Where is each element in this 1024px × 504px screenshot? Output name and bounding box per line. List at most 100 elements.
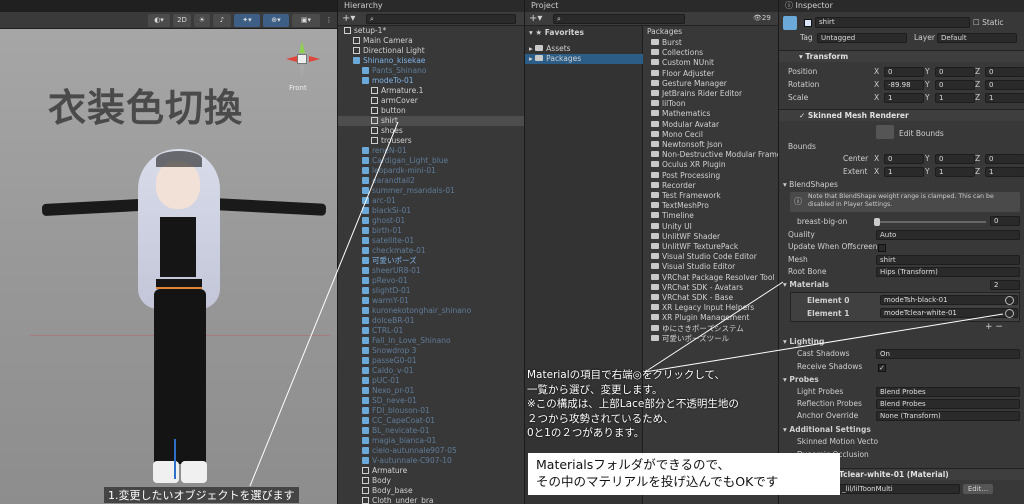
lighting-foldout[interactable]: ▾ Lighting bbox=[783, 337, 824, 347]
hierarchy-item[interactable]: modeTo-01 bbox=[338, 76, 525, 86]
element-0-field[interactable]: modeTsh-black-01 bbox=[880, 295, 1018, 305]
object-name-input[interactable]: shirt bbox=[815, 17, 970, 28]
package-folder[interactable]: Mathematics bbox=[651, 109, 710, 119]
camera-settings-icon[interactable]: ▣▾ bbox=[292, 14, 320, 27]
view-2d-button[interactable]: 2D bbox=[173, 14, 191, 27]
hierarchy-item[interactable]: Cloth_under_bra bbox=[338, 496, 525, 504]
hierarchy-item[interactable]: Snowdrop 3 bbox=[338, 346, 525, 356]
audio-toggle-icon[interactable]: ♪ bbox=[213, 14, 231, 27]
hierarchy-item[interactable]: leopardk-mini-01 bbox=[338, 166, 525, 176]
hierarchy-item[interactable]: earandtail2 bbox=[338, 176, 525, 186]
package-folder[interactable]: Non-Destructive Modular Frame bbox=[651, 150, 779, 160]
hierarchy-item[interactable]: Nexo_pr-01 bbox=[338, 386, 525, 396]
package-folder[interactable]: lilToon bbox=[651, 99, 686, 109]
hierarchy-item[interactable]: cielo-autunnale907-05 bbox=[338, 446, 525, 456]
package-folder[interactable]: Recorder bbox=[651, 181, 696, 191]
hierarchy-item[interactable]: shirt bbox=[338, 116, 525, 126]
viewport[interactable]: 衣装色切換 Front bbox=[0, 29, 337, 504]
package-folder[interactable]: UnlitWF Shader bbox=[651, 232, 720, 242]
root-bone-field[interactable]: Hips (Transform) bbox=[876, 267, 1020, 277]
package-folder[interactable]: Visual Studio Code Editor bbox=[651, 252, 757, 262]
inspector-tab[interactable]: ⓘ Inspector bbox=[779, 0, 1024, 12]
hierarchy-item[interactable]: trousers bbox=[338, 136, 525, 146]
orientation-gizmo[interactable] bbox=[282, 39, 322, 79]
package-folder[interactable]: Post Processing bbox=[651, 171, 720, 181]
package-folder[interactable]: XR Plugin Management bbox=[651, 313, 749, 323]
hierarchy-item[interactable]: CTRL-01 bbox=[338, 326, 525, 336]
hierarchy-item[interactable]: armCover bbox=[338, 96, 525, 106]
scale-x-input[interactable]: 1 bbox=[884, 93, 924, 103]
object-picker-icon[interactable] bbox=[1005, 296, 1014, 305]
favorites-item[interactable]: ▾ ★ Favorites bbox=[529, 28, 584, 38]
layer-dropdown[interactable]: Default bbox=[937, 33, 1017, 43]
hierarchy-item[interactable]: BL_nevicate-01 bbox=[338, 426, 525, 436]
package-folder[interactable]: Gesture Manager bbox=[651, 79, 727, 89]
hierarchy-item[interactable]: slightD-01 bbox=[338, 286, 525, 296]
package-folder[interactable]: Modular Avatar bbox=[651, 120, 719, 130]
package-folder[interactable]: Collections bbox=[651, 48, 703, 58]
additional-settings-foldout[interactable]: ▾ Additional Settings bbox=[783, 425, 871, 435]
hierarchy-item[interactable]: Main Camera bbox=[338, 36, 525, 46]
shader-edit-button[interactable]: Edit... bbox=[963, 484, 993, 494]
add-icon[interactable]: +▾ bbox=[342, 13, 355, 24]
rotation-z-input[interactable]: 0 bbox=[985, 80, 1024, 90]
hierarchy-item[interactable]: warmY-01 bbox=[338, 296, 525, 306]
package-folder[interactable]: JetBrains Rider Editor bbox=[651, 89, 742, 99]
hierarchy-item[interactable]: sheerUR8-01 bbox=[338, 266, 525, 276]
hierarchy-item[interactable]: Caldo_v-01 bbox=[338, 366, 525, 376]
blendshapes-foldout[interactable]: ▾ BlendShapes bbox=[783, 180, 838, 190]
hierarchy-item[interactable]: V-autunnale-C907-10 bbox=[338, 456, 525, 466]
scale-y-input[interactable]: 1 bbox=[935, 93, 975, 103]
skinned-mesh-renderer-header[interactable]: ✓ Skinned Mesh Renderer bbox=[779, 109, 1024, 121]
object-picker-icon[interactable] bbox=[1005, 309, 1014, 318]
package-folder[interactable]: Unity UI bbox=[651, 222, 692, 232]
hierarchy-item[interactable]: Armature bbox=[338, 466, 525, 476]
hierarchy-tree[interactable]: setup-1* Main Camera Directional Light Shin… bbox=[338, 26, 525, 504]
reflection-probes-dropdown[interactable]: Blend Probes bbox=[876, 399, 1020, 409]
add-element-button[interactable]: + − bbox=[985, 322, 1003, 332]
position-y-input[interactable]: 0 bbox=[935, 67, 975, 77]
project-tab[interactable]: Project bbox=[525, 0, 778, 12]
hierarchy-item[interactable]: 可愛いポーズ bbox=[338, 256, 525, 266]
assets-item[interactable]: ▸ Assets bbox=[529, 44, 571, 54]
hierarchy-item[interactable]: Shinano_kisekae bbox=[338, 56, 525, 66]
hierarchy-item[interactable]: button bbox=[338, 106, 525, 116]
element-1-field[interactable]: modeTclear-white-01 bbox=[880, 308, 1018, 318]
hierarchy-item[interactable]: blackSi-01 bbox=[338, 206, 525, 216]
package-folder[interactable]: Mono Cecil bbox=[651, 130, 703, 140]
position-z-input[interactable]: 0 bbox=[985, 67, 1024, 77]
hierarchy-item[interactable]: ghost-01 bbox=[338, 216, 525, 226]
center-z-input[interactable]: 0 bbox=[985, 154, 1024, 164]
shading-button[interactable]: ◐▾ bbox=[148, 14, 170, 27]
extent-y-input[interactable]: 1 bbox=[935, 167, 975, 177]
package-folder[interactable]: XR Legacy Input Helpers bbox=[651, 303, 754, 313]
edit-bounds-button[interactable] bbox=[876, 125, 894, 139]
breast-slider[interactable] bbox=[874, 218, 986, 226]
hierarchy-item[interactable]: birth-01 bbox=[338, 226, 525, 236]
package-folder[interactable]: ゆにさきポーズシステム bbox=[651, 324, 744, 334]
tag-dropdown[interactable]: Untagged bbox=[817, 33, 907, 43]
hierarchy-item[interactable]: shoes bbox=[338, 126, 525, 136]
hierarchy-item[interactable]: satellite-01 bbox=[338, 236, 525, 246]
package-folder[interactable]: Timeline bbox=[651, 211, 694, 221]
probes-foldout[interactable]: ▾ Probes bbox=[783, 375, 819, 385]
hierarchy-item[interactable]: summer_msandals-01 bbox=[338, 186, 525, 196]
center-x-input[interactable]: 0 bbox=[884, 154, 924, 164]
package-folder[interactable]: Custom NUnit bbox=[651, 58, 714, 68]
fx-toggle-icon[interactable]: ✦▾ bbox=[234, 14, 260, 27]
project-search-input[interactable]: ⌕ bbox=[553, 14, 685, 24]
quality-dropdown[interactable]: Auto bbox=[876, 230, 1020, 240]
hierarchy-item[interactable]: Body bbox=[338, 476, 525, 486]
avatar-model[interactable] bbox=[30, 139, 330, 499]
rotation-y-input[interactable]: 0 bbox=[935, 80, 975, 90]
package-folder[interactable]: TextMeshPro bbox=[651, 201, 709, 211]
center-y-input[interactable]: 0 bbox=[935, 154, 975, 164]
scene-view[interactable]: ◐▾ 2D ☀ ♪ ✦▾ ⊕▾ ▣▾ ⋮ 衣装色切換 Front bbox=[0, 12, 337, 504]
hierarchy-item[interactable]: Body_base bbox=[338, 486, 525, 496]
extent-z-input[interactable]: 1 bbox=[985, 167, 1024, 177]
cast-shadows-dropdown[interactable]: On bbox=[876, 349, 1020, 359]
mesh-field[interactable]: shirt bbox=[876, 255, 1020, 265]
hierarchy-item[interactable]: passeG0-01 bbox=[338, 356, 525, 366]
static-checkbox[interactable]: ☐ Static bbox=[973, 18, 1004, 28]
package-folder[interactable]: Burst bbox=[651, 38, 682, 48]
